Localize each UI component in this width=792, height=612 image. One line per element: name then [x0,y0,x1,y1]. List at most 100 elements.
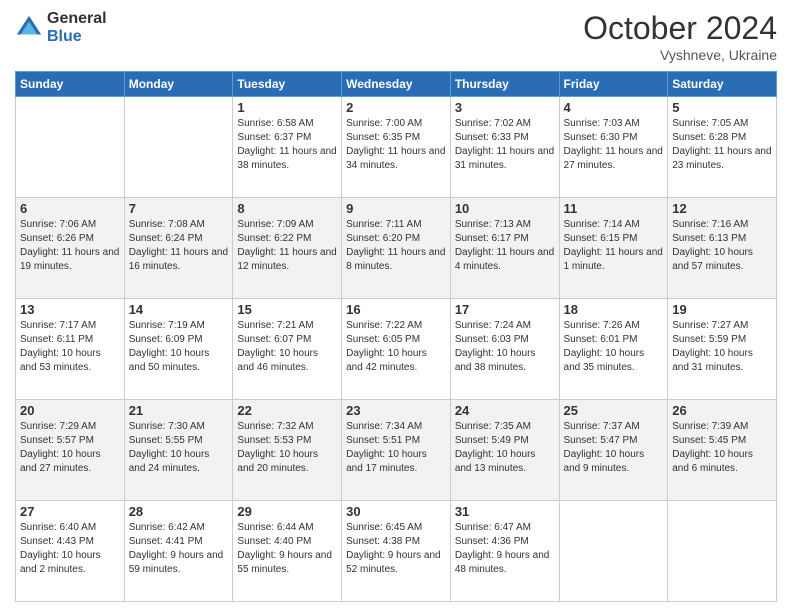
day-info: Sunrise: 7:24 AMSunset: 6:03 PMDaylight:… [455,319,555,375]
calendar-cell: 21 Sunrise: 7:30 AMSunset: 5:55 PMDayligh… [124,400,233,501]
day-info: Sunrise: 7:27 AMSunset: 5:59 PMDaylight:… [672,319,772,375]
calendar-header-row: SundayMondayTuesdayWednesdayThursdayFrid… [16,72,777,97]
calendar-cell: 10Sunrise: 7:13 AMSunset: 6:17 PMDayligh… [450,198,559,299]
day-number: 11 [564,201,664,216]
day-number: 30 [346,504,446,519]
day-number: 25 [564,403,664,418]
logo-icon [15,14,43,42]
week-row-1: 1Sunrise: 6:58 AMSunset: 6:37 PMDaylight… [16,97,777,198]
day-info: Sunrise: 7:06 AMSunset: 6:26 PMDaylight:… [20,218,120,274]
day-info: Sunrise: 7:30 AMSunset: 5:55 PMDaylight:… [129,420,229,476]
calendar-cell: 26 Sunrise: 7:39 AMSunset: 5:45 PMDayligh… [668,400,777,501]
calendar-cell: 29Sunrise: 6:44 AMSunset: 4:40 PMDayligh… [233,501,342,602]
day-info: Sunrise: 7:05 AMSunset: 6:28 PMDaylight:… [672,117,772,173]
day-number: 13 [20,302,120,317]
day-info: Sunrise: 7:08 AMSunset: 6:24 PMDaylight:… [129,218,229,274]
day-info: Sunrise: 6:42 AMSunset: 4:41 PMDaylight:… [129,521,229,577]
calendar-cell: 20 Sunrise: 7:29 AMSunset: 5:57 PMDayligh… [16,400,125,501]
day-info: Sunrise: 7:09 AMSunset: 6:22 PMDaylight:… [237,218,337,274]
calendar-cell: 11 Sunrise: 7:14 AMSunset: 6:15 PMDayligh… [559,198,668,299]
day-info: Sunrise: 7:03 AMSunset: 6:30 PMDaylight:… [564,117,664,173]
calendar-cell: 16 Sunrise: 7:22 AMSunset: 6:05 PMDayligh… [342,299,451,400]
calendar-cell [668,501,777,602]
day-number: 22 [237,403,337,418]
day-number: 19 [672,302,772,317]
month-title: October 2024 [583,10,777,47]
day-number: 9 [346,201,446,216]
day-info: Sunrise: 7:21 AMSunset: 6:07 PMDaylight:… [237,319,337,375]
day-number: 16 [346,302,446,317]
day-info: Sunrise: 7:11 AMSunset: 6:20 PMDaylight:… [346,218,446,274]
day-info: Sunrise: 7:34 AMSunset: 5:51 PMDaylight:… [346,420,446,476]
calendar-cell: 3 Sunrise: 7:02 AMSunset: 6:33 PMDaylight… [450,97,559,198]
day-number: 5 [672,100,772,115]
calendar: SundayMondayTuesdayWednesdayThursdayFrid… [15,71,777,602]
day-header-friday: Friday [559,72,668,97]
day-header-wednesday: Wednesday [342,72,451,97]
calendar-cell: 7 Sunrise: 7:08 AMSunset: 6:24 PMDaylight… [124,198,233,299]
calendar-cell: 30 Sunrise: 6:45 AMSunset: 4:38 PMDayligh… [342,501,451,602]
day-header-tuesday: Tuesday [233,72,342,97]
day-info: Sunrise: 7:22 AMSunset: 6:05 PMDaylight:… [346,319,446,375]
calendar-cell: 15 Sunrise: 7:21 AMSunset: 6:07 PMDayligh… [233,299,342,400]
day-info: Sunrise: 7:14 AMSunset: 6:15 PMDaylight:… [564,218,664,274]
calendar-cell: 13 Sunrise: 7:17 AMSunset: 6:11 PMDayligh… [16,299,125,400]
calendar-cell: 17 Sunrise: 7:24 AMSunset: 6:03 PMDayligh… [450,299,559,400]
day-info: Sunrise: 7:32 AMSunset: 5:53 PMDaylight:… [237,420,337,476]
calendar-cell: 23 Sunrise: 7:34 AMSunset: 5:51 PMDayligh… [342,400,451,501]
day-header-thursday: Thursday [450,72,559,97]
page: General Blue October 2024 Vyshneve, Ukra… [0,0,792,612]
calendar-cell: 1Sunrise: 6:58 AMSunset: 6:37 PMDaylight… [233,97,342,198]
header: General Blue October 2024 Vyshneve, Ukra… [15,10,777,63]
day-number: 6 [20,201,120,216]
day-info: Sunrise: 7:39 AMSunset: 5:45 PMDaylight:… [672,420,772,476]
calendar-cell: 8 Sunrise: 7:09 AMSunset: 6:22 PMDaylight… [233,198,342,299]
day-number: 27 [20,504,120,519]
week-row-4: 20 Sunrise: 7:29 AMSunset: 5:57 PMDayligh… [16,400,777,501]
day-info: Sunrise: 6:45 AMSunset: 4:38 PMDaylight:… [346,521,446,577]
day-number: 29 [237,504,337,519]
calendar-cell: 28Sunrise: 6:42 AMSunset: 4:41 PMDayligh… [124,501,233,602]
day-number: 7 [129,201,229,216]
calendar-cell: 18Sunrise: 7:26 AMSunset: 6:01 PMDayligh… [559,299,668,400]
day-number: 15 [237,302,337,317]
day-number: 4 [564,100,664,115]
calendar-cell: 4 Sunrise: 7:03 AMSunset: 6:30 PMDaylight… [559,97,668,198]
day-number: 2 [346,100,446,115]
calendar-cell [124,97,233,198]
calendar-cell: 19 Sunrise: 7:27 AMSunset: 5:59 PMDayligh… [668,299,777,400]
day-info: Sunrise: 7:29 AMSunset: 5:57 PMDaylight:… [20,420,120,476]
title-section: October 2024 Vyshneve, Ukraine [583,10,777,63]
day-number: 14 [129,302,229,317]
day-info: Sunrise: 6:58 AMSunset: 6:37 PMDaylight:… [237,117,337,173]
day-number: 18 [564,302,664,317]
day-number: 21 [129,403,229,418]
day-info: Sunrise: 7:02 AMSunset: 6:33 PMDaylight:… [455,117,555,173]
day-number: 31 [455,504,555,519]
day-number: 24 [455,403,555,418]
day-number: 12 [672,201,772,216]
calendar-cell: 9 Sunrise: 7:11 AMSunset: 6:20 PMDaylight… [342,198,451,299]
day-info: Sunrise: 6:40 AMSunset: 4:43 PMDaylight:… [20,521,120,577]
calendar-cell: 6 Sunrise: 7:06 AMSunset: 6:26 PMDaylight… [16,198,125,299]
day-number: 26 [672,403,772,418]
calendar-cell: 2 Sunrise: 7:00 AMSunset: 6:35 PMDaylight… [342,97,451,198]
calendar-cell: 25Sunrise: 7:37 AMSunset: 5:47 PMDayligh… [559,400,668,501]
calendar-cell [559,501,668,602]
day-info: Sunrise: 7:16 AMSunset: 6:13 PMDaylight:… [672,218,772,274]
calendar-cell: 5 Sunrise: 7:05 AMSunset: 6:28 PMDaylight… [668,97,777,198]
location: Vyshneve, Ukraine [583,47,777,63]
day-number: 23 [346,403,446,418]
day-number: 8 [237,201,337,216]
day-number: 17 [455,302,555,317]
day-info: Sunrise: 7:13 AMSunset: 6:17 PMDaylight:… [455,218,555,274]
day-number: 20 [20,403,120,418]
day-number: 3 [455,100,555,115]
day-info: Sunrise: 7:00 AMSunset: 6:35 PMDaylight:… [346,117,446,173]
logo-text: General Blue [47,10,107,45]
day-header-saturday: Saturday [668,72,777,97]
calendar-cell: 27 Sunrise: 6:40 AMSunset: 4:43 PMDayligh… [16,501,125,602]
calendar-cell: 24Sunrise: 7:35 AMSunset: 5:49 PMDayligh… [450,400,559,501]
calendar-cell [16,97,125,198]
day-info: Sunrise: 7:17 AMSunset: 6:11 PMDaylight:… [20,319,120,375]
